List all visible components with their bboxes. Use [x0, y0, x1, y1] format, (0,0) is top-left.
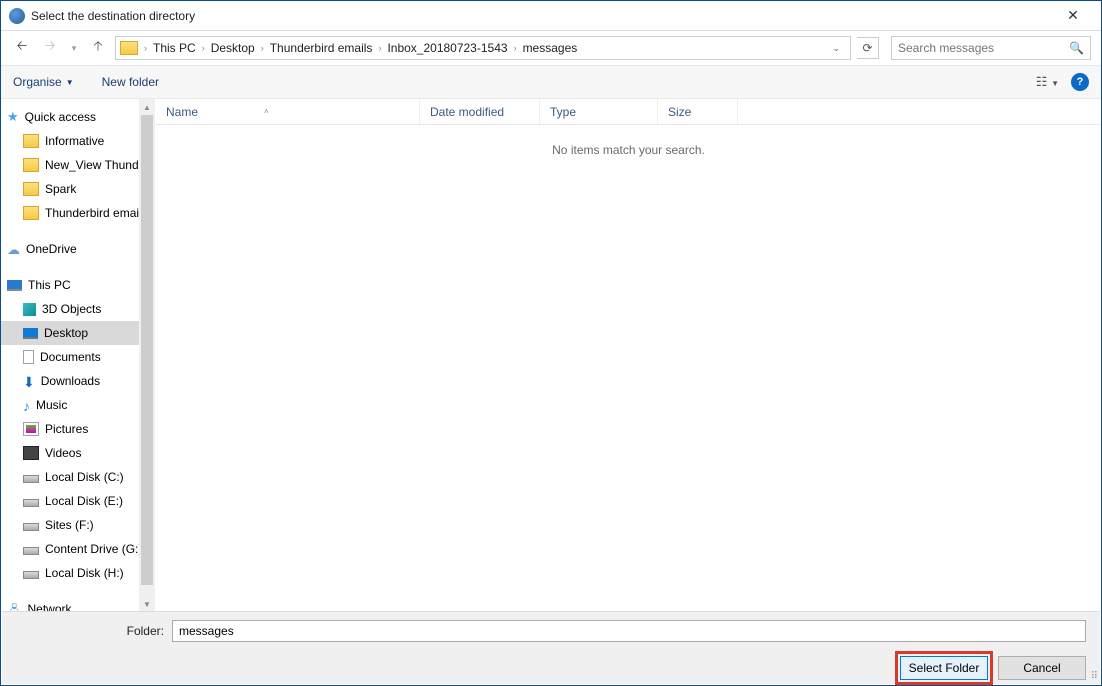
- disk-icon: [23, 571, 39, 579]
- pictures-icon: [23, 422, 39, 436]
- chevron-right-icon: ›: [142, 43, 149, 53]
- tree-item[interactable]: Pictures: [1, 417, 155, 441]
- disk-icon: [23, 523, 39, 531]
- nav-up-button[interactable]: 🡡: [87, 37, 109, 59]
- column-header-size[interactable]: Size: [658, 99, 738, 124]
- folder-icon: [120, 41, 138, 55]
- cancel-button[interactable]: Cancel: [998, 656, 1086, 680]
- breadcrumb[interactable]: This PC: [151, 41, 198, 55]
- chevron-right-icon: ›: [200, 43, 207, 53]
- tree-item[interactable]: Documents: [1, 345, 155, 369]
- folder-icon: [23, 134, 39, 148]
- search-icon: 🔍: [1069, 41, 1084, 55]
- music-icon: ♪: [23, 398, 30, 412]
- cube-icon: [23, 303, 36, 316]
- disk-icon: [23, 547, 39, 555]
- chevron-down-icon: ▼: [66, 78, 74, 87]
- organise-menu[interactable]: Organise ▼: [13, 75, 74, 89]
- pc-icon: [7, 280, 22, 291]
- scroll-thumb[interactable]: [141, 115, 153, 585]
- recent-locations-button[interactable]: ▾: [67, 37, 81, 59]
- scroll-up-icon[interactable]: ▲: [139, 99, 155, 115]
- tree-item-desktop[interactable]: Desktop: [1, 321, 155, 345]
- tree-item[interactable]: Videos: [1, 441, 155, 465]
- videos-icon: [23, 446, 39, 460]
- breadcrumb[interactable]: Desktop: [209, 41, 257, 55]
- column-headers: Name˄ Date modified Type Size: [156, 99, 1101, 125]
- desktop-icon: [23, 328, 38, 339]
- tree-item[interactable]: Thunderbird emails: [1, 201, 155, 225]
- tree-item[interactable]: 3D Objects: [1, 297, 155, 321]
- chevron-right-icon: ›: [512, 43, 519, 53]
- tree-scrollbar[interactable]: ▲ ▼: [139, 99, 155, 612]
- column-header-date[interactable]: Date modified: [420, 99, 540, 124]
- tree-item[interactable]: ⬇Downloads: [1, 369, 155, 393]
- sort-indicator-icon: ˄: [264, 107, 269, 116]
- tree-item[interactable]: Local Disk (H:): [1, 561, 155, 585]
- nav-forward-button: 🡢: [39, 37, 61, 59]
- breadcrumb[interactable]: messages: [521, 41, 580, 55]
- star-icon: ★: [7, 109, 19, 125]
- window-title: Select the destination directory: [31, 9, 1053, 23]
- disk-icon: [23, 499, 39, 507]
- folder-icon: [23, 158, 39, 172]
- tree-item[interactable]: Sites (F:): [1, 513, 155, 537]
- folder-label: Folder:: [16, 624, 172, 638]
- nav-back-button[interactable]: 🡠: [11, 37, 33, 59]
- address-dropdown-button[interactable]: ⌄: [826, 43, 846, 54]
- scroll-down-icon[interactable]: ▼: [139, 596, 155, 612]
- column-header-type[interactable]: Type: [540, 99, 658, 124]
- tree-item[interactable]: Local Disk (C:): [1, 465, 155, 489]
- address-bar[interactable]: › This PC › Desktop › Thunderbird emails…: [115, 36, 851, 60]
- help-button[interactable]: ?: [1071, 73, 1089, 91]
- search-input[interactable]: [898, 41, 1069, 55]
- tree-item[interactable]: New_View Thunderbird: [1, 153, 155, 177]
- close-button[interactable]: ✕: [1053, 7, 1093, 24]
- tree-item-quick-access[interactable]: ★Quick access: [1, 105, 155, 129]
- view-options-button[interactable]: ☷ ▼: [1036, 74, 1059, 90]
- navigation-tree[interactable]: ★Quick access Informative New_View Thund…: [1, 99, 156, 612]
- tree-item[interactable]: Local Disk (E:): [1, 489, 155, 513]
- tree-item[interactable]: Content Drive (G:): [1, 537, 155, 561]
- tree-item-onedrive[interactable]: ☁OneDrive: [1, 237, 155, 261]
- tree-item[interactable]: Spark: [1, 177, 155, 201]
- folder-icon: [23, 182, 39, 196]
- disk-icon: [23, 475, 39, 483]
- document-icon: [23, 350, 34, 364]
- chevron-right-icon: ›: [376, 43, 383, 53]
- tree-item[interactable]: Informative: [1, 129, 155, 153]
- breadcrumb[interactable]: Inbox_20180723-1543: [385, 41, 509, 55]
- download-icon: ⬇: [23, 374, 35, 388]
- folder-name-input[interactable]: [172, 620, 1086, 642]
- app-icon: [9, 8, 25, 24]
- select-folder-button[interactable]: Select Folder: [900, 656, 988, 680]
- resize-grip-icon[interactable]: ⠿: [1091, 671, 1098, 682]
- empty-message: No items match your search.: [156, 125, 1101, 157]
- chevron-right-icon: ›: [259, 43, 266, 53]
- refresh-button[interactable]: ⟳: [857, 37, 879, 59]
- file-list: Name˄ Date modified Type Size No items m…: [156, 99, 1101, 612]
- new-folder-button[interactable]: New folder: [102, 75, 159, 89]
- tree-item[interactable]: ♪Music: [1, 393, 155, 417]
- breadcrumb[interactable]: Thunderbird emails: [268, 41, 375, 55]
- column-header-name[interactable]: Name˄: [156, 99, 420, 124]
- cloud-icon: ☁: [7, 242, 20, 256]
- search-box[interactable]: 🔍: [891, 36, 1091, 60]
- folder-icon: [23, 206, 39, 220]
- tree-item-this-pc[interactable]: This PC: [1, 273, 155, 297]
